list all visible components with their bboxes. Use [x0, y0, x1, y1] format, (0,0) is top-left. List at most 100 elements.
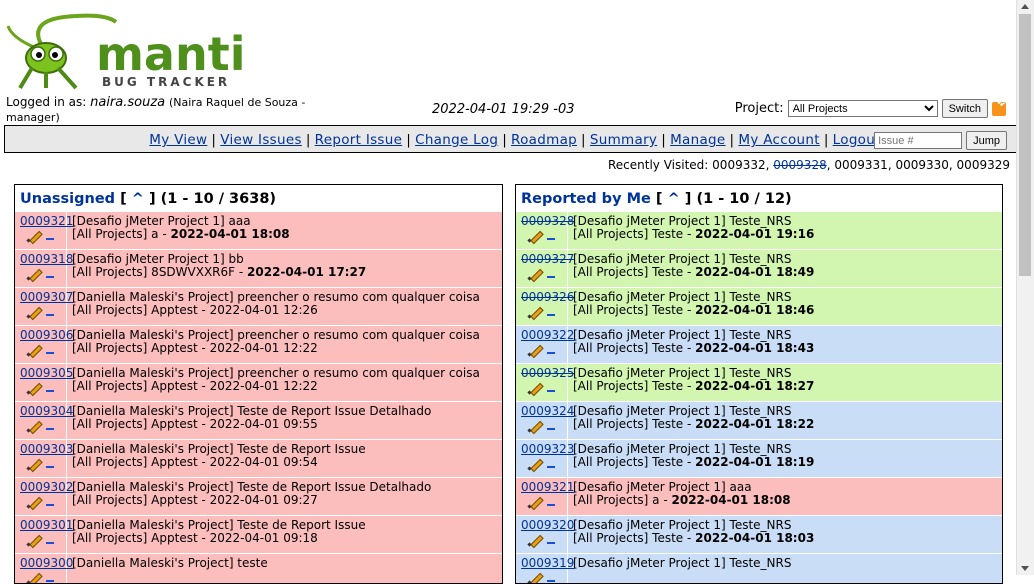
issue-id-link[interactable]: 0009324: [521, 405, 574, 418]
issue-id-link[interactable]: 0009301: [20, 519, 73, 532]
issue-category: [All Projects] Apptest: [72, 531, 198, 545]
vertical-scrollbar[interactable]: [1016, 0, 1034, 575]
scroll-up-icon[interactable]: [1021, 4, 1029, 9]
edit-pencil-icon[interactable]: [527, 535, 543, 545]
menu-item-my-view[interactable]: My View: [149, 132, 207, 148]
edit-pencil-icon[interactable]: [527, 307, 543, 317]
issue-id-link[interactable]: 0009307: [20, 291, 73, 304]
menu-item-manage[interactable]: Manage: [670, 132, 725, 148]
menu-item-change-log[interactable]: Change Log: [415, 132, 498, 148]
edit-pencil-icon[interactable]: [26, 307, 42, 317]
update-marker-icon: [547, 232, 555, 240]
menu-separator: |: [211, 132, 217, 148]
edit-pencil-icon[interactable]: [26, 459, 42, 469]
issue-category: [All Projects] Apptest: [72, 341, 198, 355]
issue-id-cell: 0009320: [516, 516, 574, 553]
issue-summary-cell: [Desafio jMeter Project 1] Teste_NRS [All…: [573, 518, 815, 545]
issue-id-link[interactable]: 0009319: [521, 557, 574, 570]
issue-id-link[interactable]: 0009306: [20, 329, 73, 342]
menu-item-view-issues[interactable]: View Issues: [220, 132, 302, 148]
edit-pencil-icon[interactable]: [26, 497, 42, 507]
edit-pencil-icon[interactable]: [26, 383, 42, 393]
recent-issue-link[interactable]: 0009331: [834, 158, 887, 172]
reported-title-link[interactable]: Reported by Me: [521, 191, 651, 207]
recent-issue-link[interactable]: 0009329: [957, 158, 1010, 172]
unassigned-title-link[interactable]: Unassigned: [20, 191, 115, 207]
issue-summary-cell: [Desafio jMeter Project 1] Teste_NRS: [568, 554, 791, 583]
issue-id-link[interactable]: 0009328: [521, 215, 574, 228]
issue-category: [All Projects] a: [72, 227, 159, 241]
issue-summary-cell: [Desafio jMeter Project 1] aaa [All Proje…: [72, 214, 290, 241]
edit-pencil-icon[interactable]: [527, 269, 543, 279]
issue-id-cell: 0009327: [516, 250, 574, 287]
issue-id-cell: 0009318: [15, 250, 73, 287]
edit-pencil-icon[interactable]: [527, 383, 543, 393]
issue-summary-cell: [Daniella Maleski's Project] preencher o…: [72, 366, 480, 393]
jump-button[interactable]: Jump: [966, 131, 1007, 150]
rss-icon[interactable]: [992, 101, 1006, 116]
edit-pencil-icon[interactable]: [26, 421, 42, 431]
issue-id-link[interactable]: 0009305: [20, 367, 73, 380]
issue-row: 0009305 [Daniella Maleski's Project] pree…: [15, 363, 502, 401]
issue-id-link[interactable]: 0009304: [20, 405, 73, 418]
issue-date: 2022-04-01 18:49: [695, 265, 815, 279]
edit-pencil-icon[interactable]: [26, 231, 42, 241]
issue-summary-cell: [Desafio jMeter Project 1] Teste_NRS [All…: [573, 328, 815, 355]
issue-id-link[interactable]: 0009326: [521, 291, 574, 304]
issue-id-cell: 0009301: [15, 516, 73, 553]
issue-date: 2022-04-01 18:27: [695, 379, 815, 393]
issue-summary[interactable]: [Desafio jMeter Project 1] Teste_NRS: [573, 557, 791, 570]
main-menu-bar: My View | View Issues | Report Issue | Change …: [4, 125, 1026, 153]
update-marker-icon: [46, 232, 54, 240]
issue-id-link[interactable]: 0009322: [521, 329, 574, 342]
edit-pencil-icon[interactable]: [527, 345, 543, 355]
edit-pencil-icon[interactable]: [527, 497, 543, 507]
menu-item-my-account[interactable]: My Account: [738, 132, 819, 148]
issue-date: 2022-04-01 17:27: [247, 265, 367, 279]
menu-separator: |: [305, 132, 311, 148]
issue-id-cell: 0009323: [516, 440, 574, 477]
issue-id-link[interactable]: 0009300: [20, 557, 73, 570]
issue-summary[interactable]: [Daniella Maleski's Project] teste: [72, 557, 268, 570]
edit-pencil-icon[interactable]: [26, 269, 42, 279]
issue-id-link[interactable]: 0009323: [521, 443, 574, 456]
edit-pencil-icon[interactable]: [26, 345, 42, 355]
issue-id-link[interactable]: 0009318: [20, 253, 73, 266]
switch-button[interactable]: Switch: [941, 99, 988, 118]
issue-id-link[interactable]: 0009303: [20, 443, 73, 456]
menu-item-report-issue[interactable]: Report Issue: [315, 132, 403, 148]
issue-id-link[interactable]: 0009321: [20, 215, 73, 228]
update-marker-icon: [46, 498, 54, 506]
unassigned-caret-link[interactable]: ^: [132, 191, 144, 207]
issue-id-link[interactable]: 0009325: [521, 367, 574, 380]
recent-issue-link[interactable]: 0009328: [773, 158, 826, 172]
edit-pencil-icon[interactable]: [527, 231, 543, 241]
recent-issue-link[interactable]: 0009332: [712, 158, 765, 172]
edit-pencil-icon[interactable]: [527, 459, 543, 469]
project-select[interactable]: All Projects: [787, 100, 938, 117]
issue-number-input[interactable]: [874, 132, 963, 149]
issue-row: 0009319 [Desafio jMeter Project 1] Teste_…: [516, 553, 1002, 583]
issue-summary-cell: [Daniella Maleski's Project] preencher o…: [72, 328, 480, 355]
mantis-logo[interactable]: mantis BUG TRACKER: [6, 8, 273, 90]
issue-row: 0009327 [Desafio jMeter Project 1] Teste_…: [516, 249, 1002, 287]
scroll-down-icon[interactable]: [1021, 566, 1029, 571]
issue-category: [All Projects] Teste: [573, 417, 684, 431]
issue-id-link[interactable]: 0009321: [521, 481, 574, 494]
issue-row: 0009300 [Daniella Maleski's Project] test…: [15, 553, 502, 583]
logged-in-label: Logged in as:: [6, 95, 87, 109]
reported-caret-link[interactable]: ^: [668, 191, 680, 207]
edit-pencil-icon[interactable]: [26, 535, 42, 545]
scroll-thumb[interactable]: [1019, 14, 1031, 276]
issue-summary-cell: [Daniella Maleski's Project] Teste de Re…: [72, 518, 366, 545]
issue-id-link[interactable]: 0009302: [20, 481, 73, 494]
menu-item-roadmap[interactable]: Roadmap: [511, 132, 577, 148]
issue-category: [All Projects] Teste: [573, 531, 684, 545]
issue-id-link[interactable]: 0009320: [521, 519, 574, 532]
issue-date: 2022-04-01 18:46: [695, 303, 815, 317]
recent-issue-link[interactable]: 0009330: [895, 158, 948, 172]
edit-pencil-icon[interactable]: [527, 421, 543, 431]
issue-row: 0009321 [Desafio jMeter Project 1] aaa [Al…: [15, 211, 502, 249]
menu-item-summary[interactable]: Summary: [590, 132, 657, 148]
issue-id-link[interactable]: 0009327: [521, 253, 574, 266]
